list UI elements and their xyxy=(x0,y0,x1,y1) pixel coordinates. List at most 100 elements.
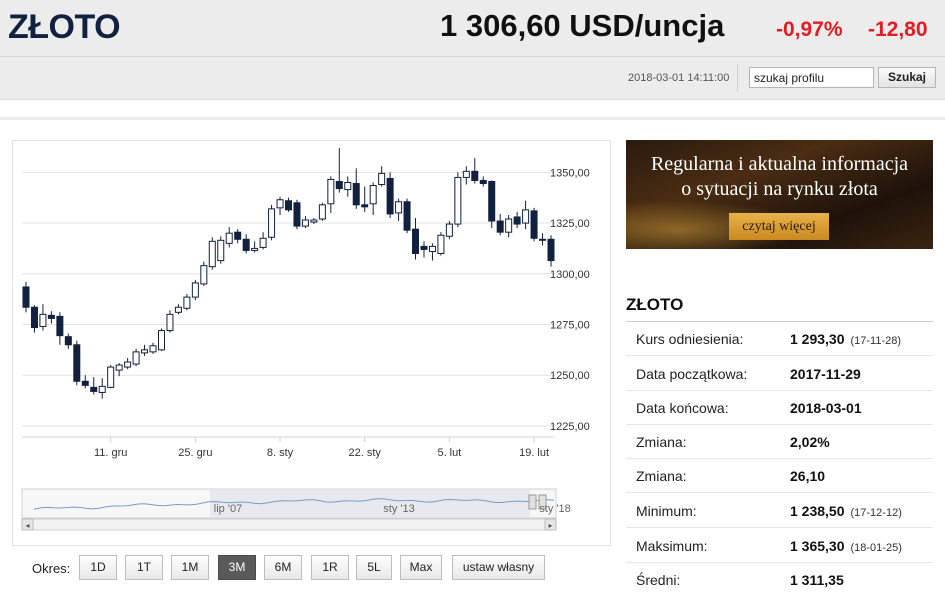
candle-down xyxy=(530,210,538,239)
candle-up xyxy=(124,361,132,368)
candle-up xyxy=(107,366,115,388)
info-value: 1 293,30 (17-11-28) xyxy=(790,331,901,347)
candle-down xyxy=(547,238,555,262)
candle-down xyxy=(335,180,343,190)
navigator-label: sty '18 xyxy=(539,503,570,515)
candle-up xyxy=(428,245,436,252)
info-label: Średni: xyxy=(636,572,681,588)
instrument-title: ZŁOTO xyxy=(8,8,121,46)
period-button-1m[interactable]: 1M xyxy=(171,555,209,580)
period-button-1t[interactable]: 1T xyxy=(125,555,163,580)
candle-down xyxy=(386,177,394,215)
candle-down xyxy=(90,386,98,392)
info-date: (17-11-28) xyxy=(850,335,902,347)
candle-up xyxy=(251,247,259,251)
period-button-6m[interactable]: 6M xyxy=(264,555,302,580)
price-chart[interactable]: 1350,00 1325,00 1300,00 1275,00 1250,00 1225,… xyxy=(12,140,612,540)
change-percent: -0,97% xyxy=(776,18,843,41)
candle-up xyxy=(149,345,157,353)
candle-up xyxy=(539,238,547,241)
candle-up xyxy=(115,364,123,371)
candle-up xyxy=(268,208,276,238)
candle-down xyxy=(479,179,487,184)
candle-up xyxy=(318,204,326,220)
candle-up xyxy=(378,172,386,186)
x-tick-label: 5. lut xyxy=(437,447,461,459)
candle-down xyxy=(488,180,496,222)
info-value: 26,10 xyxy=(790,468,826,484)
info-label: Zmiana: xyxy=(636,468,687,484)
period-button-custom[interactable]: ustaw własny xyxy=(452,555,545,580)
banner-headline: Regularna i aktualna informacja o sytuac… xyxy=(626,152,933,202)
info-row: Kurs odniesienia: 1 293,30 (17-11-28) xyxy=(626,322,933,356)
y-tick-label: 1325,00 xyxy=(550,218,590,230)
period-label: Okres: xyxy=(32,561,71,576)
info-label: Data początkowa: xyxy=(636,366,748,382)
info-value: 1 365,30 (18-01-25) xyxy=(790,538,902,554)
info-value: 2017-11-29 xyxy=(790,366,861,382)
candle-down xyxy=(513,216,521,225)
candle-down xyxy=(403,201,411,231)
search-profile-input[interactable] xyxy=(749,67,874,88)
promo-banner[interactable]: Regularna i aktualna informacja o sytuac… xyxy=(626,140,933,249)
period-button-3m[interactable]: 3M xyxy=(218,555,256,580)
candle-up xyxy=(208,240,216,268)
candle-up xyxy=(462,170,470,178)
candle-up xyxy=(200,265,208,285)
info-row: Data początkowa: 2017-11-29 xyxy=(626,357,933,391)
candle-up xyxy=(183,296,191,309)
candle-down xyxy=(285,200,292,211)
info-value: 1 311,35 xyxy=(790,572,844,588)
candle-up xyxy=(344,181,352,191)
candle-down xyxy=(81,380,89,386)
candle-down xyxy=(352,183,360,206)
x-tick-label: 25. gru xyxy=(178,447,212,459)
x-tick-label: 8. sty xyxy=(267,447,294,459)
candle-up xyxy=(157,330,165,351)
info-date: (17-12-12) xyxy=(850,507,902,519)
candle-down xyxy=(293,202,301,227)
period-button-5l[interactable]: 5L xyxy=(356,555,392,580)
candle-up xyxy=(276,199,284,209)
candle-up xyxy=(141,349,149,354)
candle-up xyxy=(259,237,267,248)
candle-up xyxy=(505,218,513,233)
candle-down xyxy=(22,286,30,308)
y-tick-label: 1225,00 xyxy=(550,421,590,433)
candle-up xyxy=(39,313,47,328)
period-button-1d[interactable]: 1D xyxy=(79,555,117,580)
x-tick-label: 11. gru xyxy=(94,447,127,459)
candle-down xyxy=(64,336,72,346)
info-value-text: 1 365,30 xyxy=(790,538,845,554)
candle-up xyxy=(437,234,445,254)
candle-up xyxy=(217,239,225,262)
candle-down xyxy=(420,245,428,250)
info-label: Minimum: xyxy=(636,503,697,519)
candle-up xyxy=(522,209,530,224)
period-button-1r[interactable]: 1R xyxy=(311,555,349,580)
section-divider xyxy=(0,117,945,120)
info-row: Data końcowa: 2018-03-01 xyxy=(626,391,933,425)
candle-up xyxy=(301,219,309,227)
info-row: Zmiana: 26,10 xyxy=(626,459,933,493)
info-value: 2018-03-01 xyxy=(790,400,862,416)
current-price: 1 306,60 USD/uncja xyxy=(440,8,725,43)
candle-up xyxy=(327,178,335,205)
candle-up xyxy=(166,313,174,332)
navigator-handle-left xyxy=(528,494,537,510)
period-button-max[interactable]: Max xyxy=(400,555,442,580)
x-tick-label: 19. lut xyxy=(519,447,549,459)
search-button[interactable]: Szukaj xyxy=(878,67,936,88)
banner-read-more-button[interactable]: czytaj więcej xyxy=(729,213,829,240)
candle-down xyxy=(73,344,81,382)
candle-down xyxy=(234,231,242,240)
navigator-label: lip '07 xyxy=(214,503,242,515)
y-tick-label: 1300,00 xyxy=(550,269,590,281)
info-row: Maksimum: 1 365,30 (18-01-25) xyxy=(626,529,933,563)
candle-up xyxy=(174,306,182,313)
candle-down xyxy=(361,204,369,208)
info-label: Data końcowa: xyxy=(636,400,729,416)
info-label: Maksimum: xyxy=(636,538,708,554)
vertical-divider xyxy=(737,64,738,92)
info-value-text: 1 293,30 xyxy=(790,331,845,347)
